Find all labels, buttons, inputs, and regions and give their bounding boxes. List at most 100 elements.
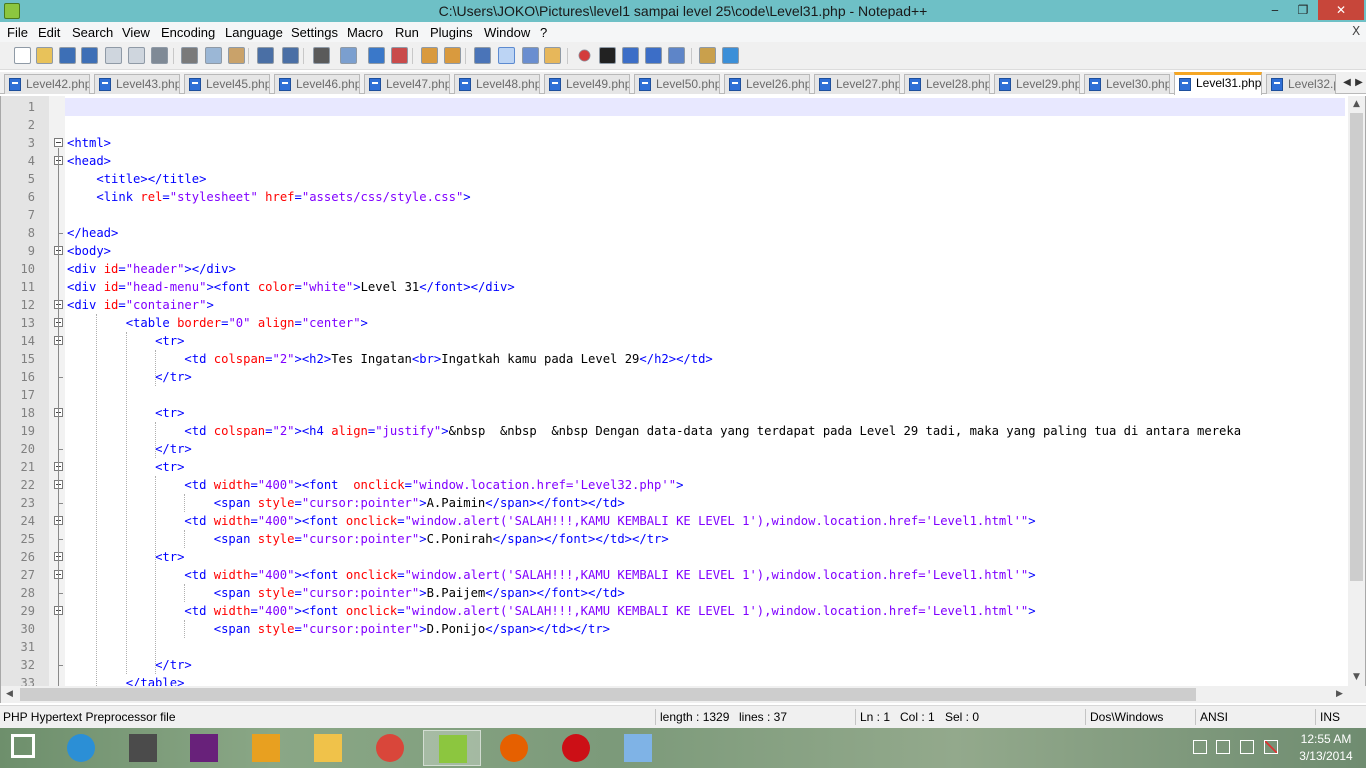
- new-file-icon[interactable]: [14, 47, 31, 64]
- find-icon[interactable]: [313, 47, 330, 64]
- tab-level26-php[interactable]: Level26.php: [724, 74, 810, 94]
- scroll-right-icon[interactable]: ▶: [1331, 686, 1348, 703]
- tab-scroll-left-icon[interactable]: ◀: [1341, 76, 1353, 90]
- stop-record-icon[interactable]: [599, 47, 616, 64]
- scroll-down-icon[interactable]: ▼: [1348, 669, 1365, 686]
- undo-icon[interactable]: [257, 47, 274, 64]
- menu-help[interactable]: ?: [540, 25, 547, 40]
- opera-taskbar-button[interactable]: [547, 730, 605, 766]
- token-attr: align: [257, 316, 295, 330]
- vertical-scrollbar[interactable]: ▲ ▼: [1348, 96, 1365, 686]
- chrome-taskbar-button[interactable]: [361, 730, 419, 766]
- menu-macro[interactable]: Macro: [347, 25, 383, 40]
- vertical-scroll-thumb[interactable]: [1350, 113, 1363, 581]
- tab-level45-php[interactable]: Level45.php: [184, 74, 270, 94]
- minimize-button[interactable]: ‒: [1262, 0, 1288, 20]
- paint-taskbar-button[interactable]: [609, 730, 667, 766]
- cut-icon[interactable]: [181, 47, 198, 64]
- tab-level46-php[interactable]: Level46.php: [274, 74, 360, 94]
- code-line: 12 <div id="container">: [1, 296, 1345, 314]
- copy-icon[interactable]: [205, 47, 222, 64]
- scroll-left-icon[interactable]: ◀: [1, 686, 18, 703]
- menu-view[interactable]: View: [122, 25, 150, 40]
- token-tag: <table: [125, 316, 178, 330]
- record-macro-icon[interactable]: [578, 49, 591, 62]
- scroll-up-icon[interactable]: ▲: [1348, 96, 1365, 113]
- visual-studio-taskbar-button[interactable]: [175, 730, 233, 766]
- notepad-plus-plus-taskbar-button[interactable]: [423, 730, 481, 766]
- signal-icon[interactable]: [1240, 740, 1254, 754]
- close-document-icon[interactable]: X: [1352, 24, 1360, 38]
- word-wrap-icon[interactable]: [474, 47, 491, 64]
- menu-plugins[interactable]: Plugins: [430, 25, 473, 40]
- volume-muted-icon[interactable]: [1264, 740, 1278, 754]
- paste-icon[interactable]: [228, 47, 245, 64]
- close-window-button[interactable]: ✕: [1318, 0, 1364, 20]
- tab-label: Level30.php: [1106, 77, 1170, 91]
- close-all-icon[interactable]: [128, 47, 145, 64]
- function-list-icon[interactable]: [699, 47, 716, 64]
- menu-settings[interactable]: Settings: [291, 25, 338, 40]
- maximize-button[interactable]: ❐: [1290, 0, 1316, 20]
- network-icon[interactable]: [1216, 740, 1230, 754]
- open-file-icon[interactable]: [36, 47, 53, 64]
- zoom-out-icon[interactable]: [391, 47, 408, 64]
- code-editor[interactable]: 1 2 3 <html> 4 <head> 5 <title></title> 6 <link…: [0, 96, 1366, 686]
- print-icon[interactable]: [151, 47, 168, 64]
- run-macro-multiple-icon[interactable]: [645, 47, 662, 64]
- tab-level48-php[interactable]: Level48.php: [454, 74, 540, 94]
- spell-check-icon[interactable]: [722, 47, 739, 64]
- menu-search[interactable]: Search: [72, 25, 113, 40]
- status-insert-mode[interactable]: INS: [1320, 710, 1340, 724]
- menu-run[interactable]: Run: [395, 25, 419, 40]
- tab-level50-php[interactable]: Level50.php: [634, 74, 720, 94]
- winamp-taskbar-button[interactable]: [237, 730, 295, 766]
- file-explorer-taskbar-button[interactable]: [299, 730, 357, 766]
- sublime-text-taskbar-button[interactable]: [114, 730, 172, 766]
- save-icon[interactable]: [59, 47, 76, 64]
- close-icon[interactable]: [105, 47, 122, 64]
- status-encoding[interactable]: ANSI: [1200, 710, 1228, 724]
- tab-level29-php[interactable]: Level29.php: [994, 74, 1080, 94]
- save-macro-icon[interactable]: [668, 47, 685, 64]
- indent-guide-icon[interactable]: [522, 47, 539, 64]
- show-all-characters-icon[interactable]: [498, 47, 515, 64]
- status-eol[interactable]: Dos\Windows: [1090, 710, 1163, 724]
- start-button-taskbar-button[interactable]: [0, 730, 50, 766]
- replace-icon[interactable]: [340, 47, 357, 64]
- tab-level31-php[interactable]: Level31.php: [1174, 72, 1262, 95]
- firefox-taskbar-button[interactable]: [485, 730, 543, 766]
- winamp-icon: [252, 734, 280, 762]
- tab-level27-php[interactable]: Level27.php: [814, 74, 900, 94]
- tab-level28-php[interactable]: Level28.php: [904, 74, 990, 94]
- tab-level32-p[interactable]: Level32.p: [1266, 74, 1336, 94]
- tab-level49-php[interactable]: Level49.php: [544, 74, 630, 94]
- zoom-in-icon[interactable]: [368, 47, 385, 64]
- tab-level47-php[interactable]: Level47.php: [364, 74, 450, 94]
- tab-level30-php[interactable]: Level30.php: [1084, 74, 1170, 94]
- menu-encoding[interactable]: Encoding: [161, 25, 215, 40]
- menu-window[interactable]: Window: [484, 25, 530, 40]
- horizontal-scroll-thumb[interactable]: [20, 688, 1196, 701]
- menu-language[interactable]: Language: [225, 25, 283, 40]
- flag-icon[interactable]: [1193, 740, 1207, 754]
- tab-level42-php[interactable]: Level42.php: [4, 74, 90, 94]
- line-number: 4: [27, 154, 35, 168]
- token-value: "2": [272, 352, 295, 366]
- play-macro-icon[interactable]: [622, 47, 639, 64]
- redo-icon[interactable]: [282, 47, 299, 64]
- tab-scroll-right-icon[interactable]: ▶: [1353, 76, 1365, 90]
- sync-vertical-icon[interactable]: [421, 47, 438, 64]
- system-clock[interactable]: 12:55 AM 3/13/2014: [1290, 731, 1362, 765]
- user-language-icon[interactable]: [544, 47, 561, 64]
- internet-explorer-taskbar-button[interactable]: [52, 730, 110, 766]
- line-number: 5: [27, 172, 35, 186]
- menu-file[interactable]: File: [7, 25, 28, 40]
- save-all-icon[interactable]: [81, 47, 98, 64]
- tab-level43-php[interactable]: Level43.php: [94, 74, 180, 94]
- horizontal-scrollbar[interactable]: ◀ ▶: [0, 686, 1366, 703]
- sync-horizontal-icon[interactable]: [444, 47, 461, 64]
- fold-toggle-icon[interactable]: [54, 138, 63, 147]
- menu-edit[interactable]: Edit: [38, 25, 60, 40]
